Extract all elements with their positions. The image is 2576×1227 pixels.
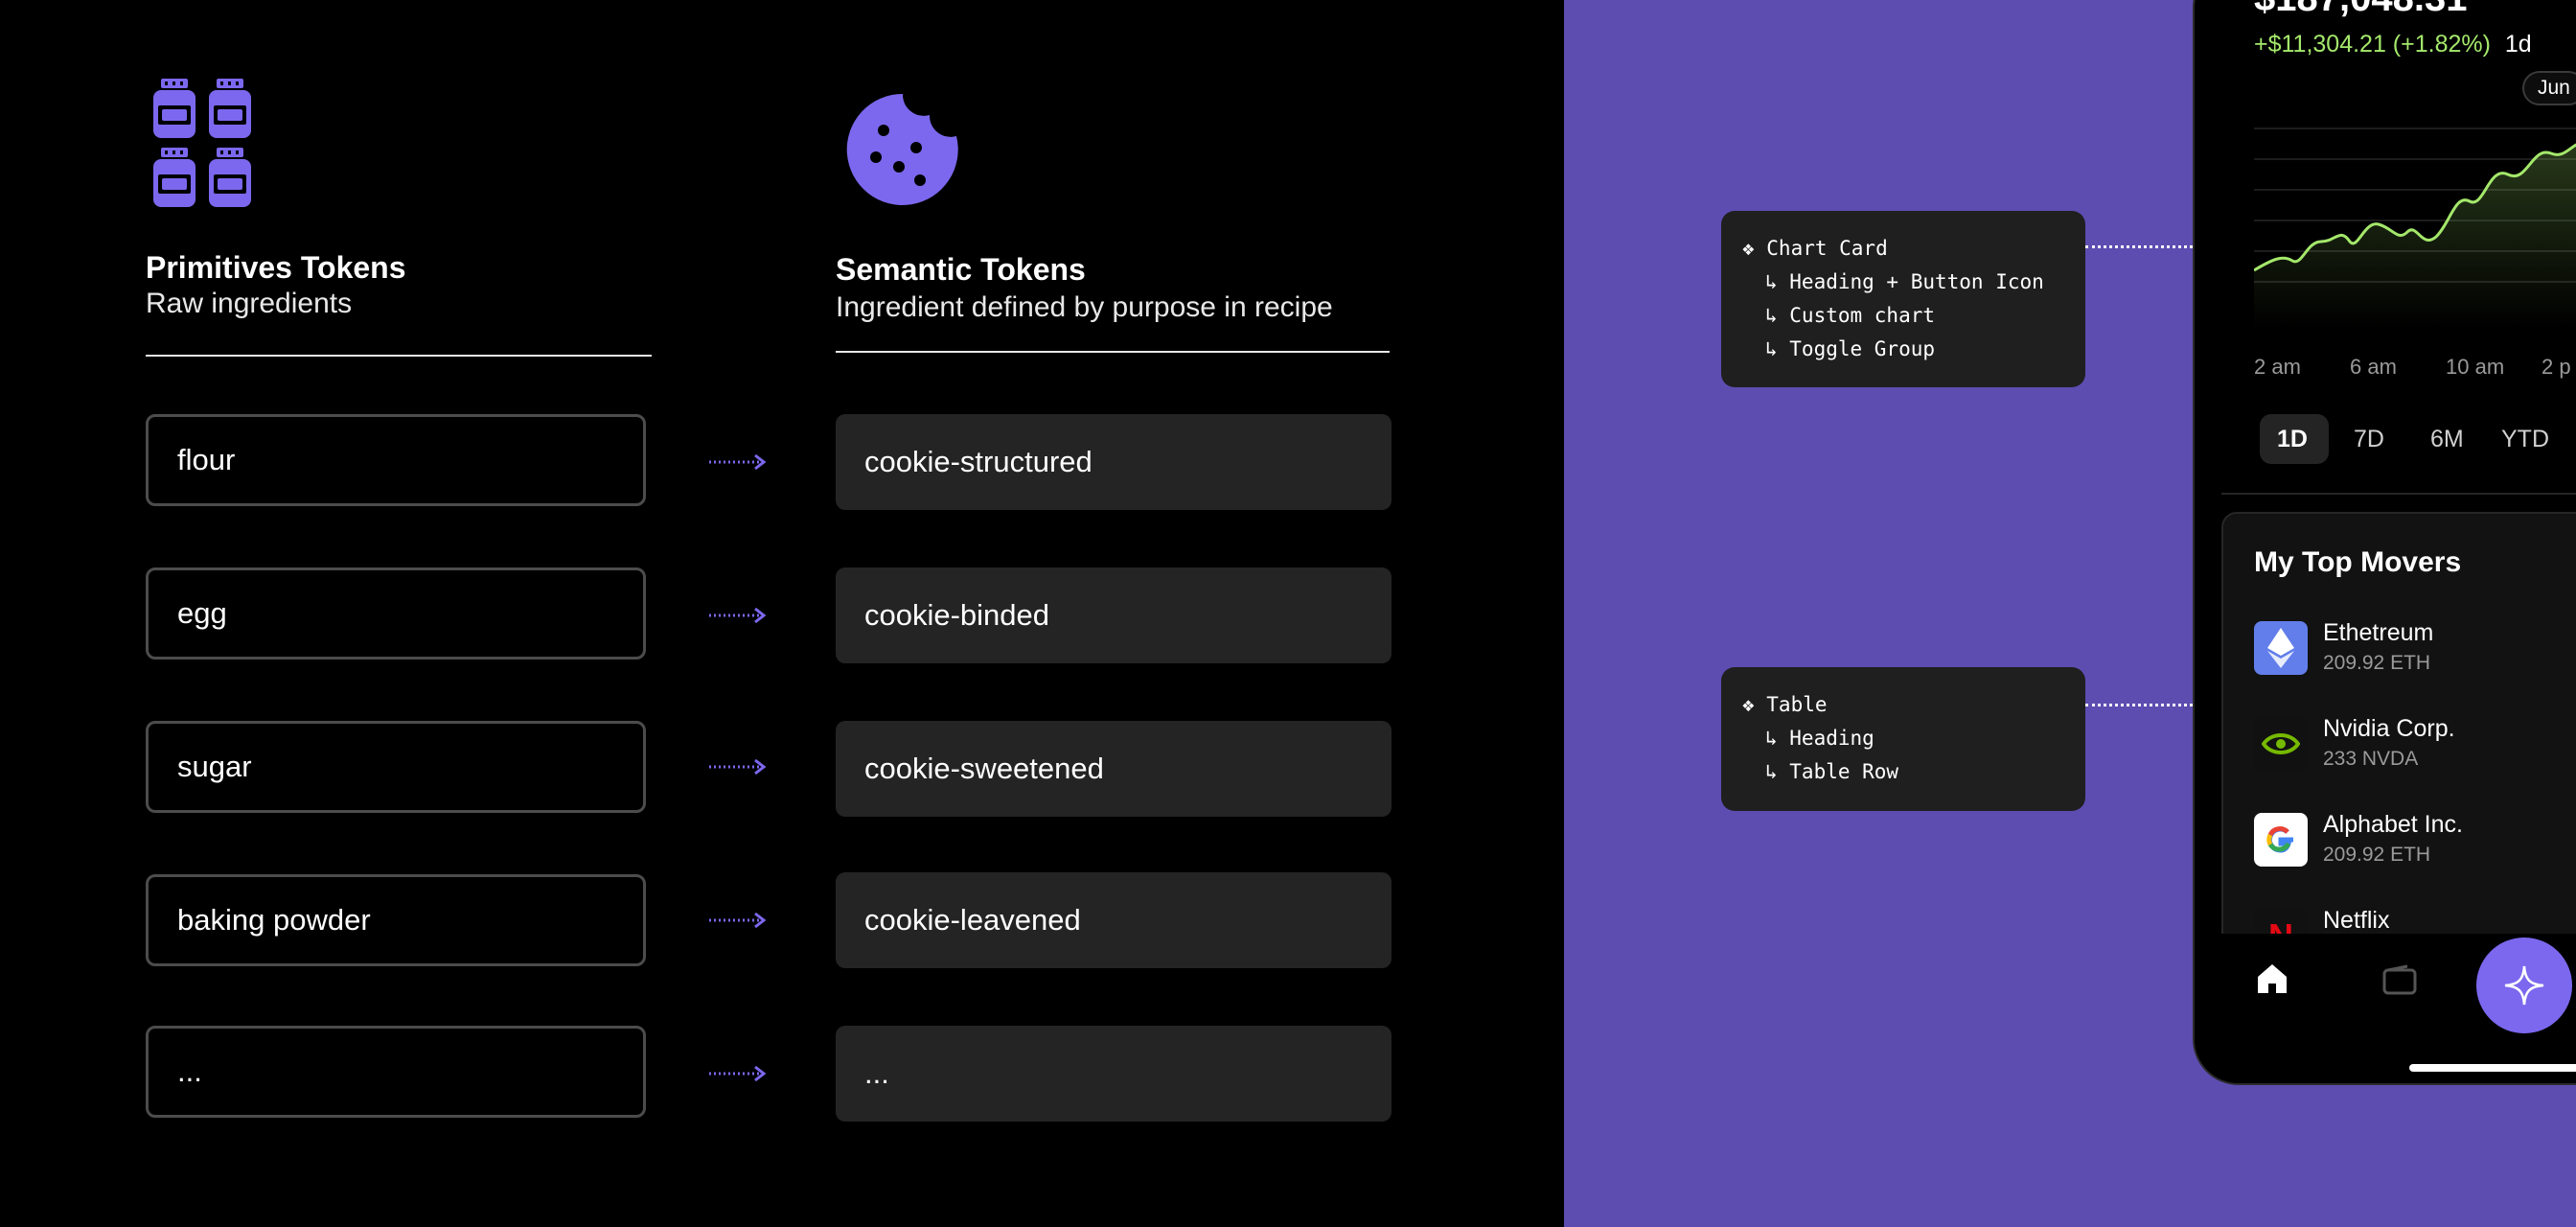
semantic-token-label: ... — [864, 1056, 889, 1090]
toggle-1d[interactable]: 1D — [2277, 426, 2308, 453]
home-indicator — [2409, 1064, 2576, 1072]
semantic-token-label: cookie-structured — [864, 445, 1092, 478]
chart-area-fill — [2254, 145, 2576, 328]
semantic-subtitle: Ingredient defined by purpose in recipe — [836, 291, 1333, 323]
balance-change: +$11,304.21 (+1.82%) — [2254, 31, 2491, 58]
wallet-icon[interactable] — [2382, 964, 2417, 995]
portfolio-balance: $187,048.31 — [2254, 0, 2467, 20]
toggle-7d[interactable]: 7D — [2354, 426, 2384, 453]
asset-amount: 233 NVDA — [2323, 748, 2419, 770]
semantic-token-box: cookie-structured — [836, 414, 1392, 510]
sparkle-action-button[interactable] — [2476, 938, 2572, 1033]
callout-item: ↳ Custom chart — [1765, 304, 1936, 327]
primitive-token-label: egg — [177, 596, 227, 630]
arrow-right-icon — [709, 453, 767, 471]
price-line-chart — [2254, 127, 2576, 328]
semantic-token-label: cookie-sweetened — [864, 752, 1104, 785]
token-comparison-panel: Primitives Tokens Raw ingredients Semant… — [0, 0, 1564, 1227]
arrow-right-icon — [709, 912, 767, 929]
top-movers-title: My Top Movers — [2254, 546, 2462, 578]
ethereum-icon — [2254, 621, 2308, 675]
semantic-divider — [836, 351, 1390, 353]
asset-name: Ethetreum — [2323, 619, 2434, 646]
balance-change-row: +$11,304.21 (+1.82%) 1d — [2254, 31, 2532, 58]
cookie-icon — [846, 93, 958, 205]
primitives-subtitle: Raw ingredients — [146, 288, 353, 319]
asset-amount: 209.92 ETH — [2323, 652, 2431, 674]
semantic-token-box: ... — [836, 1026, 1392, 1122]
semantic-token-box: cookie-binded — [836, 567, 1392, 663]
asset-name: Nvidia Corp. — [2323, 715, 2455, 742]
primitive-token-box: sugar — [146, 721, 646, 813]
semantic-token-box: cookie-leavened — [836, 872, 1392, 968]
asset-name: Alphabet Inc. — [2323, 811, 2463, 838]
change-period: 1d — [2504, 31, 2532, 58]
primitives-title: Primitives Tokens — [146, 250, 406, 285]
primitive-token-box: flour — [146, 414, 646, 506]
x-tick: 2 p — [2542, 355, 2571, 379]
callout-title: ❖ Table — [1742, 693, 1828, 716]
primitive-token-box: egg — [146, 567, 646, 660]
callout-item: ↳ Table Row — [1765, 760, 1899, 783]
primitive-token-box: baking powder — [146, 874, 646, 966]
phone-mockup: $187,048.31 +$11,304.21 (+1.82%) 1d Jun … — [2193, 0, 2576, 1085]
asset-amount: 209.92 ETH — [2323, 844, 2431, 866]
primitives-divider — [146, 355, 652, 357]
sparkle-icon — [2504, 965, 2544, 1006]
semantic-title: Semantic Tokens — [836, 252, 1086, 287]
semantic-token-label: cookie-binded — [864, 598, 1050, 632]
primitive-token-box: ... — [146, 1026, 646, 1118]
callout-item: ↳ Heading — [1765, 727, 1874, 750]
primitive-token-label: ... — [177, 1054, 202, 1088]
x-tick: 2 am — [2254, 355, 2301, 379]
chart-card-bottom-border — [2221, 493, 2576, 495]
semantic-token-box: cookie-sweetened — [836, 721, 1392, 817]
google-icon — [2254, 813, 2308, 867]
callout-title: ❖ Chart Card — [1742, 237, 1888, 260]
x-tick: 10 am — [2446, 355, 2505, 379]
arrow-right-icon — [709, 758, 767, 776]
asset-name: Netflix — [2323, 907, 2390, 934]
jars-icon — [153, 79, 251, 207]
x-tick: 6 am — [2350, 355, 2397, 379]
semantic-token-label: cookie-leavened — [864, 903, 1081, 937]
toggle-ytd[interactable]: YTD — [2501, 426, 2549, 453]
arrow-right-icon — [709, 607, 767, 624]
callout-item: ↳ Toggle Group — [1765, 337, 1936, 360]
chart-card-callout: ❖ Chart Card ↳ Heading + Button Icon ↳ C… — [1721, 211, 2085, 387]
toggle-6m[interactable]: 6M — [2430, 426, 2464, 453]
home-icon[interactable] — [2254, 961, 2290, 997]
nvidia-icon — [2254, 717, 2308, 771]
timeframe-toggle-group: 1D 7D 6M YTD — [2254, 408, 2576, 470]
callout-item: ↳ Heading + Button Icon — [1765, 270, 2044, 293]
primitive-token-label: sugar — [177, 750, 252, 783]
primitive-token-label: flour — [177, 443, 236, 476]
arrow-right-icon — [709, 1065, 767, 1082]
table-callout: ❖ Table ↳ Heading ↳ Table Row — [1721, 667, 2085, 811]
primitive-token-label: baking powder — [177, 903, 371, 937]
